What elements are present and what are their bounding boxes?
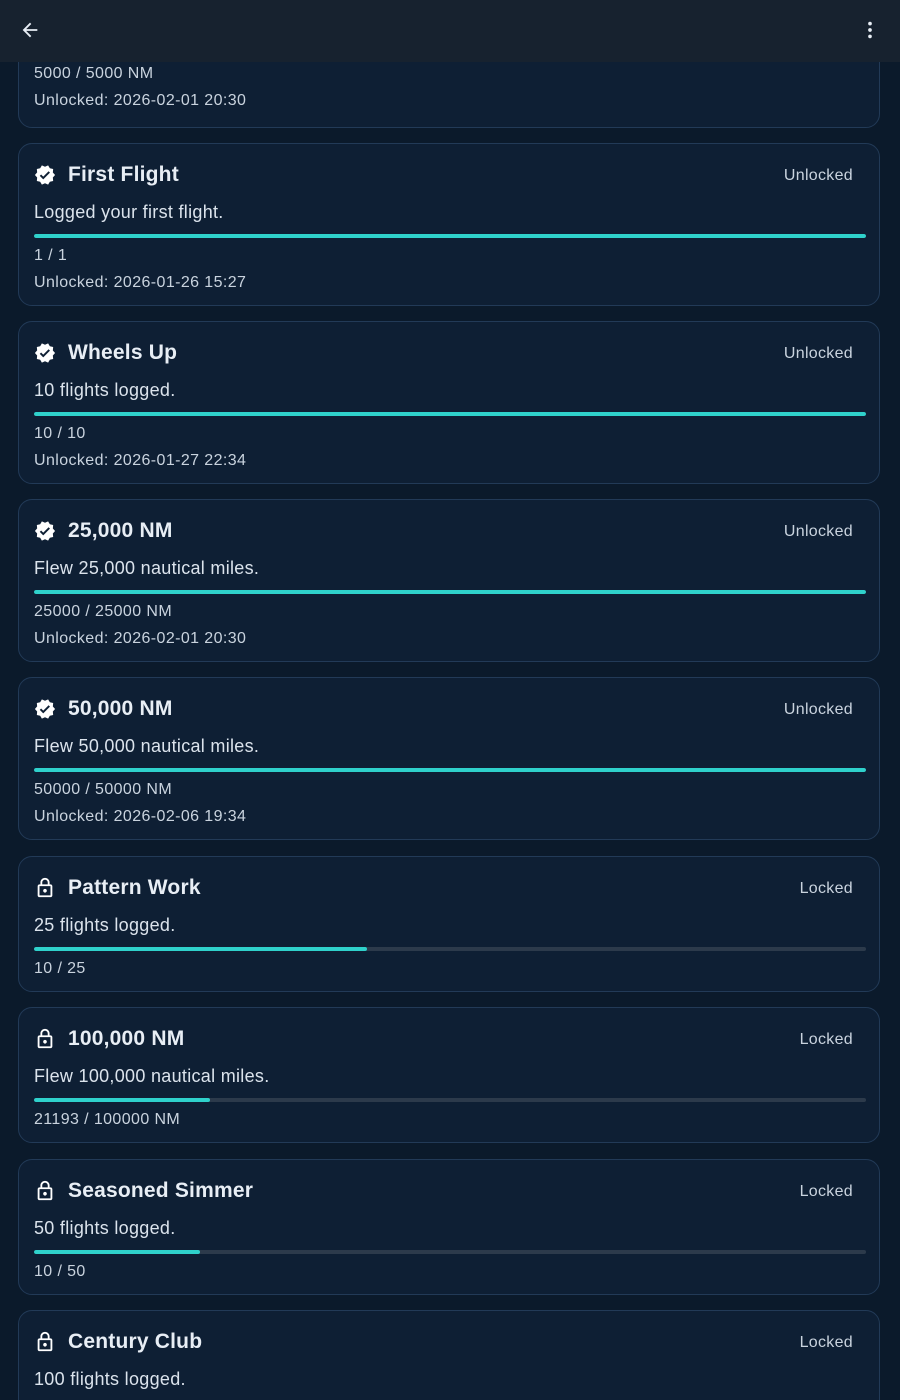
achievement-title: Seasoned Simmer bbox=[68, 1179, 254, 1202]
achievement-title: 100,000 NM bbox=[68, 1027, 185, 1050]
progress-bar bbox=[34, 947, 866, 951]
achievement-description: Logged your first flight. bbox=[34, 202, 224, 222]
verified-check-icon bbox=[34, 698, 56, 720]
card-title-row: First Flight bbox=[34, 163, 179, 187]
card-title-row: Pattern Work bbox=[34, 876, 201, 900]
progress-text: 10 / 10 bbox=[34, 425, 86, 442]
achievement-card[interactable]: Pattern Work Locked 25 flights logged. 10 /… bbox=[18, 856, 880, 992]
achievement-card[interactable]: 25,000 NM Unlocked Flew 25,000 nautical mi… bbox=[18, 499, 880, 662]
progress-bar bbox=[34, 1250, 866, 1254]
achievement-description: Flew 25,000 nautical miles. bbox=[34, 558, 260, 578]
unlocked-date: Unlocked: 2026-01-26 15:27 bbox=[34, 274, 247, 291]
card-title-row: Century Club bbox=[34, 1330, 202, 1354]
progress-fill bbox=[34, 412, 866, 416]
progress-bar bbox=[34, 590, 866, 594]
achievement-description: Flew 50,000 nautical miles. bbox=[34, 736, 260, 756]
status-badge: Locked bbox=[799, 1334, 853, 1351]
achievement-card[interactable]: 50,000 NM Unlocked Flew 50,000 nautical mi… bbox=[18, 677, 880, 840]
card-title-row: Wheels Up bbox=[34, 341, 177, 365]
achievement-title: First Flight bbox=[68, 163, 179, 186]
card-unlocked-text: Unlocked: 2026-02-01 20:30 bbox=[34, 92, 247, 109]
progress-bar bbox=[34, 412, 866, 416]
status-badge: Unlocked bbox=[783, 345, 853, 362]
progress-fill bbox=[34, 1250, 201, 1254]
status-badge: Locked bbox=[799, 1031, 853, 1048]
arrow-left-icon bbox=[19, 19, 41, 46]
card-title-row: 50,000 NM bbox=[34, 697, 173, 721]
progress-bar bbox=[34, 768, 866, 772]
achievements-list[interactable]: 5000 / 5000 NM Unlocked: 2026-02-01 20:3… bbox=[0, 0, 900, 1400]
overflow-menu-button[interactable] bbox=[850, 12, 890, 52]
status-badge: Unlocked bbox=[783, 701, 853, 718]
app-bar bbox=[0, 0, 900, 62]
verified-check-icon bbox=[34, 342, 56, 364]
progress-text: 25000 / 25000 NM bbox=[34, 603, 173, 620]
achievement-title: Wheels Up bbox=[68, 341, 178, 364]
progress-fill bbox=[34, 590, 866, 594]
progress-bar bbox=[34, 234, 866, 238]
lock-icon bbox=[34, 877, 56, 899]
status-badge: Unlocked bbox=[783, 523, 853, 540]
card-title-row: Seasoned Simmer bbox=[34, 1179, 253, 1203]
achievement-card[interactable]: Century Club Locked 100 flights logged. bbox=[18, 1310, 880, 1400]
achievement-description: 100 flights logged. bbox=[34, 1369, 186, 1389]
progress-text: 21193 / 100000 NM bbox=[34, 1111, 181, 1128]
card-progress-text: 5000 / 5000 NM bbox=[34, 65, 154, 82]
achievement-card[interactable]: First Flight Unlocked Logged your first fl… bbox=[18, 143, 880, 306]
achievement-description: 50 flights logged. bbox=[34, 1218, 176, 1238]
lock-icon bbox=[34, 1180, 56, 1202]
progress-bar bbox=[34, 1098, 866, 1102]
achievement-description: 10 flights logged. bbox=[34, 380, 176, 400]
progress-text: 10 / 50 bbox=[34, 1263, 86, 1280]
progress-fill bbox=[34, 1098, 211, 1102]
achievement-title: Century Club bbox=[68, 1330, 203, 1353]
more-vert-icon bbox=[859, 19, 881, 46]
unlocked-date: Unlocked: 2026-02-06 19:34 bbox=[34, 808, 247, 825]
card-title-row: 100,000 NM bbox=[34, 1027, 184, 1051]
achievement-card[interactable]: Wheels Up Unlocked 10 flights logged. 10 / … bbox=[18, 321, 880, 484]
achievement-card[interactable]: 100,000 NM Locked Flew 100,000 nautical mi… bbox=[18, 1007, 880, 1143]
achievement-description: Flew 100,000 nautical miles. bbox=[34, 1066, 270, 1086]
back-button[interactable] bbox=[10, 12, 50, 52]
lock-icon bbox=[34, 1331, 56, 1353]
achievement-card[interactable]: Seasoned Simmer Locked 50 flights logged. 1… bbox=[18, 1159, 880, 1295]
progress-fill bbox=[34, 947, 367, 951]
unlocked-date: Unlocked: 2026-01-27 22:34 bbox=[34, 452, 247, 469]
lock-icon bbox=[34, 1028, 56, 1050]
progress-text: 10 / 25 bbox=[34, 960, 86, 977]
progress-text: 1 / 1 bbox=[34, 247, 68, 264]
progress-fill bbox=[34, 234, 866, 238]
status-badge: Locked bbox=[799, 1183, 853, 1200]
verified-check-icon bbox=[34, 520, 56, 542]
verified-check-icon bbox=[34, 164, 56, 186]
progress-fill bbox=[34, 768, 866, 772]
achievement-description: 25 flights logged. bbox=[34, 915, 176, 935]
status-badge: Unlocked bbox=[783, 167, 853, 184]
achievement-title: Pattern Work bbox=[68, 876, 201, 899]
status-badge: Locked bbox=[799, 880, 853, 897]
unlocked-date: Unlocked: 2026-02-01 20:30 bbox=[34, 630, 247, 647]
progress-text: 50000 / 50000 NM bbox=[34, 781, 173, 798]
achievement-title: 25,000 NM bbox=[68, 519, 173, 542]
card-title-row: 25,000 NM bbox=[34, 519, 173, 543]
achievement-title: 50,000 NM bbox=[68, 697, 173, 720]
